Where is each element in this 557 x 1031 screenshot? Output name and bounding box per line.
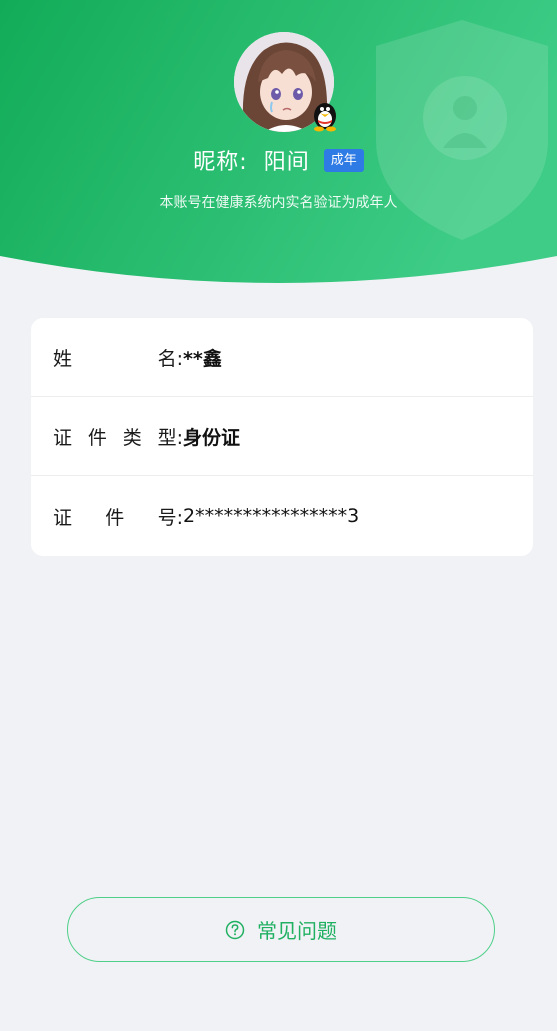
row-label: 证 件 号: xyxy=(53,506,183,529)
avatar-container xyxy=(234,32,336,132)
identity-row-id-number: 证 件 号: 2****************3 xyxy=(31,476,533,556)
row-value-name: **鑫 xyxy=(183,347,222,370)
verification-description: 本账号在健康系统内实名验证为成年人 xyxy=(159,195,398,211)
identity-row-id-type: 证 件 类 型: 身份证 xyxy=(31,397,533,476)
row-value-id-number: 2****************3 xyxy=(183,505,360,527)
faq-button[interactable]: 常见问题 xyxy=(67,897,495,962)
header-banner: 昵称: 阳间 成年 本账号在健康系统内实名验证为成年人 xyxy=(0,0,557,300)
nickname-label: 昵称: xyxy=(193,150,248,175)
adult-status-badge: 成年 xyxy=(323,148,364,172)
row-value-id-type: 身份证 xyxy=(183,426,241,449)
identity-row-name: 姓 名: **鑫 xyxy=(31,318,533,397)
faq-label: 常见问题 xyxy=(257,919,337,943)
question-circle-icon xyxy=(225,920,245,939)
row-label: 证 件 类 型: xyxy=(53,426,183,449)
qq-penguin-icon xyxy=(310,98,340,132)
row-label: 姓 名: xyxy=(53,347,183,370)
identity-info-card: 姓 名: **鑫 证 件 类 型: 身份证 证 件 号: 2**********… xyxy=(31,318,533,556)
nickname-row: 昵称: 阳间 成年 xyxy=(0,142,557,178)
nickname-value: 阳间 xyxy=(263,150,310,175)
